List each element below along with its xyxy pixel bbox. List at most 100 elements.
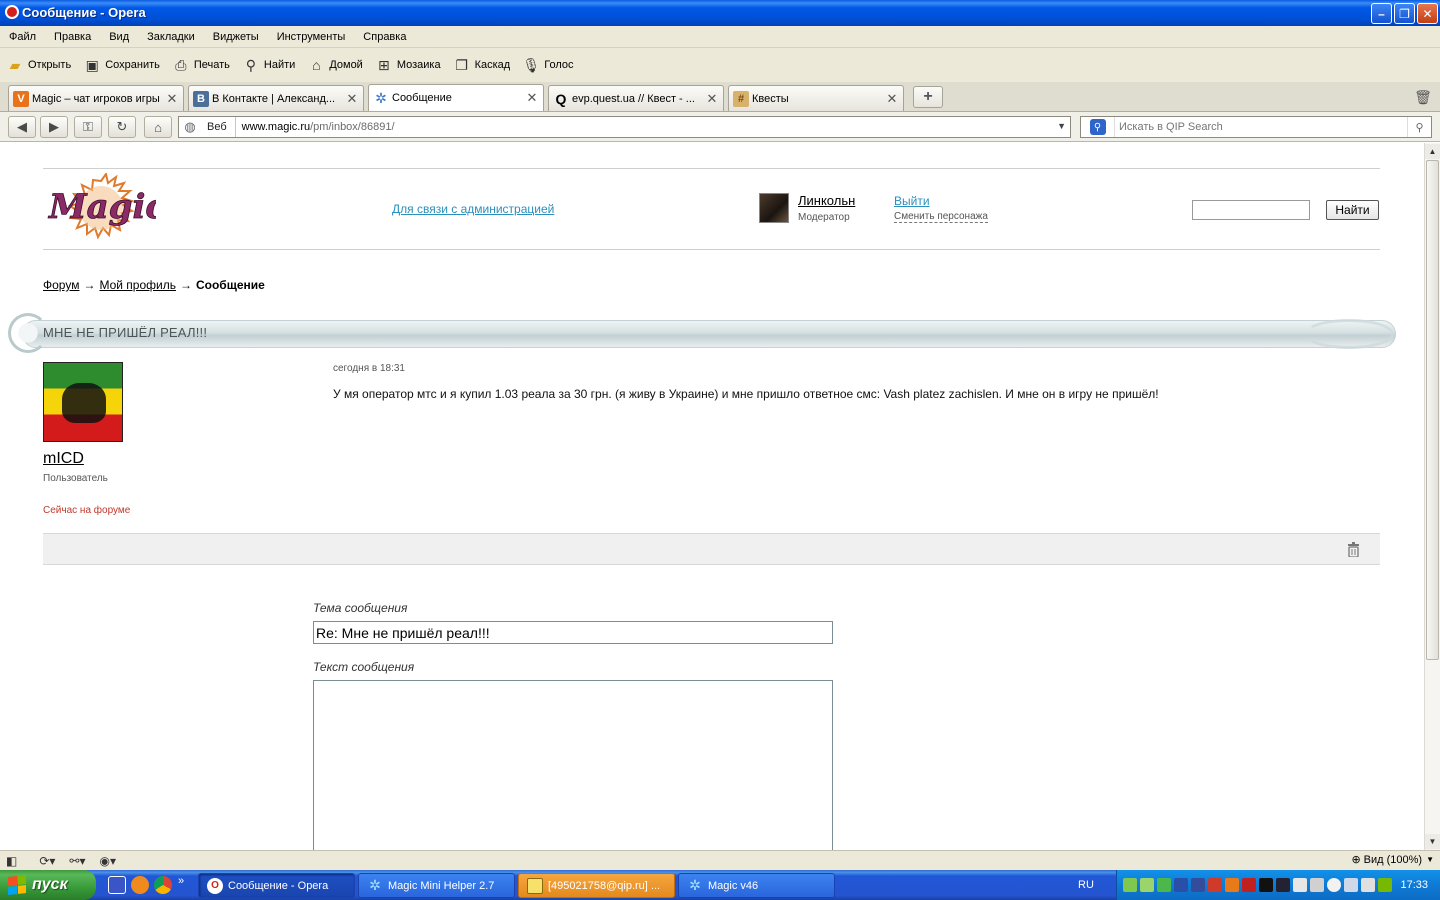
system-tray: 17:33	[1116, 870, 1440, 900]
tray-firewall-icon[interactable]	[1208, 878, 1222, 892]
quicklaunch-desktop-icon[interactable]	[108, 876, 126, 894]
zoom-control[interactable]: ⊕ Вид (100%) ▼	[1351, 853, 1434, 867]
menu-bookmarks[interactable]: Закладки	[138, 31, 204, 43]
svg-text:Magic: Magic	[48, 187, 156, 227]
language-indicator[interactable]: RU	[1078, 879, 1094, 891]
message-text-area[interactable]	[313, 680, 833, 850]
save-button[interactable]: ▣ Сохранить	[83, 56, 160, 74]
author-role: Пользователь	[43, 473, 108, 484]
close-button[interactable]: ✕	[1417, 3, 1438, 24]
tab-vkontakte[interactable]: B В Контакте | Александ... ✕	[188, 85, 364, 111]
current-user-name[interactable]: Линкольн	[798, 193, 855, 208]
menu-file[interactable]: Файл	[0, 31, 45, 43]
tray-bluetooth-icon[interactable]	[1293, 878, 1307, 892]
delete-message-icon[interactable]	[1344, 540, 1362, 558]
tray-agent-icon[interactable]	[1157, 878, 1171, 892]
scroll-thumb[interactable]	[1426, 160, 1439, 660]
switch-character-link[interactable]: Сменить персонажа	[894, 211, 988, 223]
tile-button[interactable]: ⊞ Мозаика	[375, 56, 441, 74]
task-qip[interactable]: [495021758@qip.ru] ...	[518, 873, 675, 898]
tab-magic-chat[interactable]: V Magic – чат игроков игры ✕	[8, 85, 184, 111]
moderator-avatar[interactable]	[759, 193, 789, 223]
menu-view[interactable]: Вид	[100, 31, 138, 43]
sync-icon[interactable]: ⟳▾	[39, 853, 55, 869]
menu-tools[interactable]: Инструменты	[268, 31, 355, 43]
tray-speaker-icon[interactable]	[1344, 878, 1358, 892]
windows-logo-icon	[8, 875, 26, 895]
tray-nvidia-icon[interactable]	[1378, 878, 1392, 892]
quicklaunch-avast-icon[interactable]	[131, 876, 149, 894]
wand-button[interactable]: ⚿	[74, 116, 102, 138]
tray-monitor-icon[interactable]	[1191, 878, 1205, 892]
tray-magic-icon[interactable]	[1123, 878, 1137, 892]
tray-mail-icon[interactable]	[1259, 878, 1273, 892]
task-magic-v46[interactable]: ✲ Magic v46	[678, 873, 835, 898]
qip-search-input[interactable]	[1115, 121, 1407, 133]
tab-message[interactable]: ✲ Сообщение ✕	[368, 84, 544, 111]
unite-icon[interactable]: ⚯▾	[69, 853, 85, 869]
tray-shield-icon[interactable]	[1327, 878, 1341, 892]
logout-link[interactable]: Выйти	[894, 194, 930, 208]
cascade-button[interactable]: ❐ Каскад	[453, 56, 510, 74]
print-label: Печать	[193, 59, 230, 71]
closed-tabs-trash-icon[interactable]: 🗑	[1412, 86, 1434, 108]
search-icon: ⚲	[245, 56, 257, 73]
forward-button[interactable]: ▶	[40, 116, 68, 138]
tab-close-icon[interactable]: ✕	[345, 91, 359, 107]
minimize-button[interactable]: –	[1371, 3, 1392, 24]
start-button[interactable]: пуск	[0, 870, 96, 900]
quicklaunch-more-icon[interactable]: »	[178, 875, 190, 893]
swirl-ornament-left	[8, 313, 48, 353]
quicklaunch-chrome-icon[interactable]	[154, 876, 172, 894]
home-button[interactable]: ⌂ Домой	[307, 56, 363, 74]
find-button[interactable]: ⚲ Найти	[242, 56, 296, 74]
tab-quests[interactable]: # Квесты ✕	[728, 85, 904, 111]
tray-keyboard-ru-icon[interactable]	[1276, 878, 1290, 892]
subject-input[interactable]	[313, 621, 833, 644]
breadcrumb-forum[interactable]: Форум	[43, 278, 79, 292]
menu-edit[interactable]: Правка	[45, 31, 100, 43]
search-go-icon[interactable]: ⚲	[1407, 117, 1431, 137]
search-engine-selector[interactable]: ⚲	[1081, 117, 1115, 137]
back-button[interactable]: ◀	[8, 116, 36, 138]
new-tab-button[interactable]: +	[913, 86, 943, 108]
arrow-right-icon: ▶	[49, 119, 59, 134]
reload-button[interactable]: ↻	[108, 116, 136, 138]
tab-close-icon[interactable]: ✕	[165, 91, 179, 107]
tab-evp-quest[interactable]: Q evp.quest.ua // Квест - ... ✕	[548, 85, 724, 111]
scroll-up-arrow[interactable]: ▲	[1425, 144, 1440, 159]
site-search-input[interactable]	[1192, 200, 1310, 220]
tray-volume-icon[interactable]	[1242, 878, 1256, 892]
voice-button[interactable]: 🎙 Голос	[522, 56, 573, 74]
chevron-down-icon[interactable]: ▼	[1057, 121, 1066, 131]
breadcrumb-profile[interactable]: Мой профиль	[99, 278, 176, 292]
tray-network-icon[interactable]	[1174, 878, 1188, 892]
tray-qip-icon[interactable]	[1140, 878, 1154, 892]
site-search-button[interactable]: Найти	[1326, 200, 1379, 220]
home-nav-button[interactable]: ⌂	[144, 116, 172, 138]
tray-antivirus-icon[interactable]	[1225, 878, 1239, 892]
menu-help[interactable]: Справка	[354, 31, 415, 43]
tray-power-icon[interactable]	[1361, 878, 1375, 892]
open-button[interactable]: ▰ Открыть	[6, 56, 72, 74]
panel-toggle-icon[interactable]: ◧	[6, 853, 17, 869]
menu-widgets[interactable]: Виджеты	[204, 31, 268, 43]
tab-close-icon[interactable]: ✕	[525, 90, 539, 106]
home-icon: ⌂	[154, 119, 162, 135]
author-name[interactable]: mICD	[43, 450, 84, 468]
maximize-button[interactable]: ❐	[1394, 3, 1415, 24]
print-button[interactable]: ⎙ Печать	[172, 56, 230, 74]
scroll-down-arrow[interactable]: ▼	[1425, 834, 1440, 849]
magic-logo[interactable]: Magic	[46, 173, 156, 247]
task-opera[interactable]: O Сообщение - Opera	[198, 873, 355, 898]
address-field[interactable]: ◍ Веб www.magic.ru /pm/inbox/86891/ ▼	[178, 116, 1071, 138]
contact-admin-link[interactable]: Для связи с администрацией	[392, 202, 554, 216]
tray-tool-icon[interactable]	[1310, 878, 1324, 892]
turbo-icon[interactable]: ◉▾	[100, 853, 117, 869]
tab-close-icon[interactable]: ✕	[705, 91, 719, 107]
vertical-scrollbar[interactable]: ▲ ▼	[1424, 143, 1440, 850]
tab-close-icon[interactable]: ✕	[885, 91, 899, 107]
task-magic-mini-helper[interactable]: ✲ Magic Mini Helper 2.7	[358, 873, 515, 898]
author-avatar[interactable]	[43, 362, 123, 442]
reload-icon: ↻	[116, 119, 128, 134]
